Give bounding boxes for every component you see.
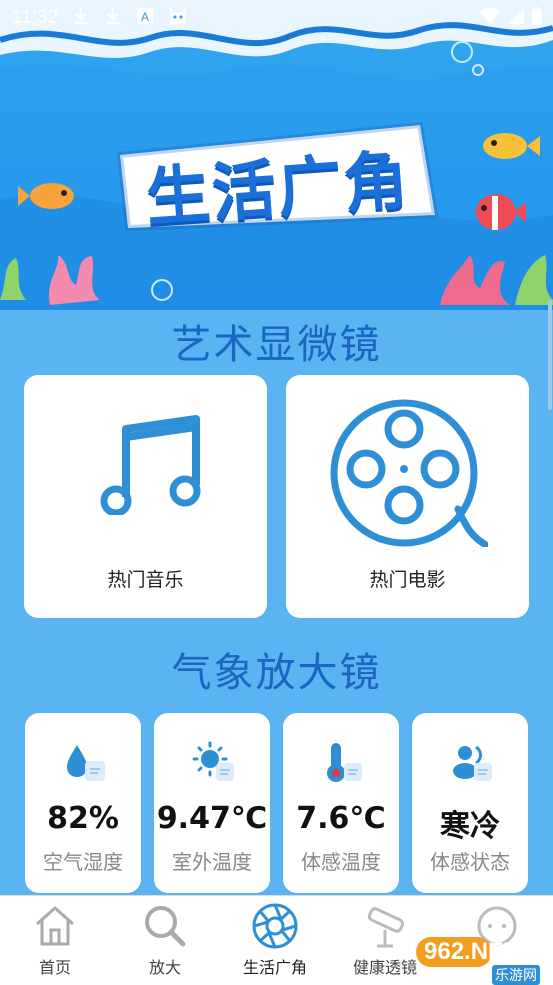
nav-label-home: 首页 (38, 958, 71, 977)
android-icon (168, 7, 188, 29)
person-status-icon (453, 745, 492, 781)
humidity-card: 82% 空气湿度 (25, 713, 141, 893)
feels-like-status-caption: 体感状态 (430, 850, 510, 874)
home-icon (36, 906, 74, 946)
art-section-title: 艺术显微镜 (171, 322, 382, 368)
signal-icon (507, 7, 525, 29)
feels-like-temp-card: 7.6℃ 体感温度 (283, 713, 399, 893)
hot-movie-label: 热门电影 (369, 569, 446, 591)
keyboard-a-icon: A (136, 7, 154, 29)
hot-music-card[interactable]: 热门音乐 (24, 375, 267, 618)
music-note-icon (100, 415, 201, 515)
banner: 生活广角 (0, 0, 553, 310)
nav-label-zoom: 放大 (148, 958, 181, 977)
watermark-sub: 乐游网 (492, 965, 540, 985)
feels-like-status-value: 寒冷 (440, 809, 500, 844)
humidity-icon (67, 745, 105, 781)
telescope-icon (367, 907, 405, 948)
svg-text:A: A (141, 10, 149, 24)
aperture-icon (252, 903, 298, 949)
feels-like-temp-caption: 体感温度 (301, 850, 381, 874)
battery-icon (531, 6, 543, 30)
hot-music-label: 热门音乐 (107, 569, 184, 591)
download-icon (104, 6, 122, 30)
outdoor-temp-caption: 室外温度 (172, 850, 252, 874)
status-time: 11:32 (12, 7, 59, 28)
outdoor-temp-value: 9.47℃ (156, 801, 268, 836)
feels-like-temp-value: 7.6℃ (296, 801, 386, 836)
outdoor-temp-card: 9.47℃ 室外温度 (154, 713, 270, 893)
humidity-caption: 空气湿度 (43, 850, 123, 874)
nav-item-life-angle[interactable]: 生活广角 (220, 896, 330, 985)
nav-label-life-angle: 生活广角 (242, 958, 307, 977)
magnifier-icon (145, 906, 186, 947)
nav-item-home[interactable]: 首页 (0, 896, 110, 985)
watermark-brand: 962.NET (424, 938, 519, 965)
weather-section-title: 气象放大镜 (171, 650, 382, 696)
feels-like-status-card: 寒冷 体感状态 (412, 713, 528, 893)
hot-movie-card[interactable]: 热门电影 (286, 375, 529, 618)
nav-item-zoom[interactable]: 放大 (110, 896, 220, 985)
status-bar: 11:32 A (0, 0, 553, 36)
humidity-value: 82% (47, 801, 119, 836)
film-reel-icon (330, 399, 488, 547)
watermark-logo: 962.NET 乐游网 (416, 935, 550, 985)
thermometer-icon (327, 743, 362, 782)
wifi-icon (479, 7, 501, 29)
sun-icon (192, 741, 234, 781)
download-icon (72, 6, 90, 30)
